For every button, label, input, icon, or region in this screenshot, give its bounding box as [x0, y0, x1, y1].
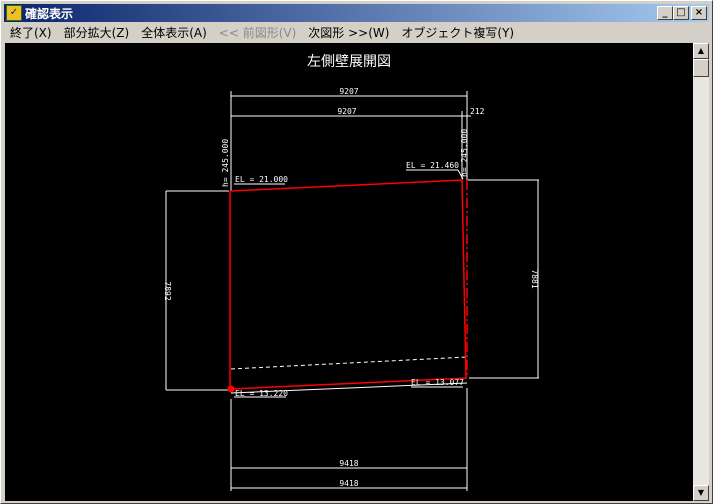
title-bar[interactable]: ✓ 確認表示 _ □ ×: [4, 4, 709, 22]
wall-outline: [229, 179, 468, 390]
dim-left: 7892: [163, 281, 172, 300]
dim-bottom-outer: 9418: [339, 479, 358, 488]
confirm-display-window: ✓ 確認表示 _ □ × 終了(X) 部分拡大(Z) 全体表示(A) << 前図…: [0, 0, 713, 504]
dim-top-offset: 212: [470, 107, 485, 116]
dim-top-inner: 9207: [337, 107, 356, 116]
drawing-title: 左側壁展開図: [307, 54, 391, 70]
hidden-line: [230, 356, 468, 370]
dim-bottom-inner: 9418: [339, 459, 358, 468]
close-button[interactable]: ×: [691, 6, 707, 20]
el-top-left: EL = 21.000: [235, 175, 288, 184]
app-icon: ✓: [6, 5, 22, 21]
el-bottom-left: EL = 13.220: [235, 389, 288, 398]
drawing-canvas[interactable]: 左側壁展開図 9207 9207 212 h= 245.000 h= 245.0…: [5, 43, 693, 501]
menu-fit-all[interactable]: 全体表示(A): [135, 24, 213, 41]
drawing-svg: 左側壁展開図 9207 9207 212 h= 245.000 h= 245.0…: [163, 54, 539, 491]
vertical-scrollbar[interactable]: ▲ ▼: [693, 43, 709, 501]
dim-top-outer: 9207: [339, 87, 358, 96]
height-label-left: h= 245.000: [221, 139, 230, 187]
maximize-button[interactable]: □: [673, 6, 689, 20]
base-point-marker[interactable]: [227, 385, 235, 393]
el-top-right: EL = 21.460: [406, 161, 459, 170]
menu-zoom-part[interactable]: 部分拡大(Z): [58, 24, 136, 41]
menu-prev-figure[interactable]: << 前図形(V): [213, 24, 303, 41]
scroll-up-button[interactable]: ▲: [693, 43, 709, 59]
height-label-right: h= 245.000: [460, 129, 469, 177]
dim-right: 7881: [530, 269, 539, 288]
minimize-button[interactable]: _: [657, 6, 673, 20]
menu-next-figure[interactable]: 次図形 >>(W): [302, 24, 395, 41]
el-bottom-right: EL = 13.077: [411, 378, 464, 387]
menu-bar: 終了(X) 部分拡大(Z) 全体表示(A) << 前図形(V) 次図形 >>(W…: [4, 23, 520, 42]
scroll-thumb[interactable]: [693, 59, 709, 77]
menu-exit[interactable]: 終了(X): [4, 24, 58, 41]
menu-copy-object[interactable]: オブジェクト複写(Y): [395, 24, 520, 41]
window-title: 確認表示: [25, 6, 74, 21]
scroll-down-button[interactable]: ▼: [693, 485, 709, 501]
